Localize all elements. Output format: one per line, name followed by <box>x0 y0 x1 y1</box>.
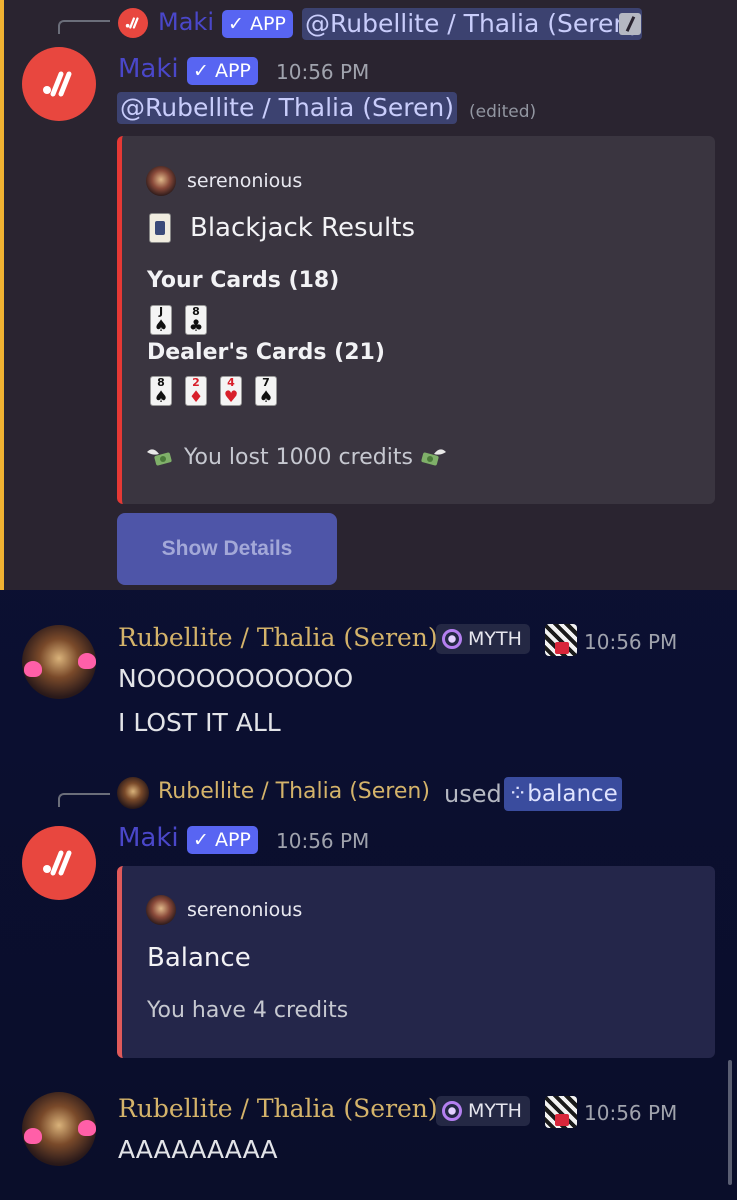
result-text: You lost 1000 credits <box>184 445 413 470</box>
reply-spine <box>58 793 110 807</box>
app-badge-label: APP <box>249 13 286 35</box>
embed-author-avatar <box>146 166 176 196</box>
reply-user-name[interactable]: Rubellite / Thalia (Seren) <box>158 779 430 804</box>
dealer-cards-label: Dealer's Cards (21) <box>147 340 385 365</box>
app-badge-label: APP <box>214 60 251 82</box>
user-mention[interactable]: @Rubellite / Thalia (Seren) <box>117 92 457 124</box>
playing-card: 8 ♣ <box>185 305 207 335</box>
edited-label: (edited) <box>469 102 537 122</box>
role-badge[interactable]: MYTH <box>436 1096 530 1126</box>
author-name[interactable]: Maki <box>118 54 179 84</box>
myth-role-icon <box>442 1101 462 1121</box>
message-text: AAAAAAAAA <box>118 1135 278 1164</box>
card-suit-icon: ♠ <box>153 316 169 335</box>
timestamp[interactable]: 10:56 PM <box>584 1101 677 1125</box>
author-name[interactable]: Rubellite / Thalia (Seren) <box>118 623 438 652</box>
playing-card: 7 ♠ <box>255 376 277 406</box>
app-badge: ✓ APP <box>222 10 293 38</box>
maki-avatar-small[interactable] <box>118 8 148 38</box>
card-suit-icon: ♠ <box>153 387 169 406</box>
embed-author-avatar <box>146 895 176 925</box>
maki-logo-icon <box>125 17 139 29</box>
playing-card-icon <box>149 213 171 243</box>
role-badge[interactable]: MYTH <box>436 624 530 654</box>
app-badge: ✓ APP <box>187 826 258 854</box>
playing-card: 2 ♦ <box>185 376 207 406</box>
card-suit-icon: ♦ <box>188 387 204 406</box>
playing-card: 4 ♥ <box>220 376 242 406</box>
message-line: NOOOOOOOOOOO <box>118 664 354 693</box>
profile-decoration-icon <box>545 624 577 656</box>
command-pill[interactable]: ⁘balance <box>504 777 622 811</box>
money-wings-icon <box>147 449 172 466</box>
money-wings-icon <box>421 449 446 466</box>
used-label: used <box>444 780 502 808</box>
role-label: MYTH <box>468 628 522 650</box>
timestamp[interactable]: 10:56 PM <box>584 630 677 654</box>
app-badge-label: APP <box>214 829 251 851</box>
timestamp[interactable]: 10:56 PM <box>276 829 369 853</box>
maki-avatar[interactable] <box>22 826 96 900</box>
maki-logo-icon <box>43 71 72 97</box>
your-cards-label: Your Cards (18) <box>147 268 340 293</box>
app-badge: ✓ APP <box>187 57 258 85</box>
command-name: balance <box>527 781 618 807</box>
embed-author[interactable]: serenonious <box>187 899 302 921</box>
role-label: MYTH <box>468 1100 522 1122</box>
timestamp[interactable]: 10:56 PM <box>276 60 369 84</box>
author-name[interactable]: Maki <box>118 823 179 853</box>
playing-card: 8 ♠ <box>150 376 172 406</box>
reply-user-avatar[interactable] <box>117 777 149 809</box>
card-suit-icon: ♠ <box>258 387 274 406</box>
card-suit-icon: ♣ <box>188 316 204 335</box>
embed-title: Blackjack Results <box>190 213 415 243</box>
playing-card: J ♠ <box>150 305 172 335</box>
reply-author-name[interactable]: Maki <box>158 8 214 36</box>
myth-role-icon <box>442 629 462 649</box>
reply-spine <box>58 20 110 34</box>
author-name[interactable]: Rubellite / Thalia (Seren) <box>118 1094 438 1123</box>
command-icon: ⁘ <box>508 781 528 807</box>
user-avatar[interactable] <box>22 625 96 699</box>
maki-logo-icon <box>43 850 72 876</box>
scrollbar[interactable] <box>728 1060 732 1185</box>
embed-description: You have 4 credits <box>147 998 349 1023</box>
profile-decoration-icon <box>545 1096 577 1128</box>
card-suit-icon: ♥ <box>223 387 239 406</box>
embed-author[interactable]: serenonious <box>187 170 302 192</box>
message-line: I LOST IT ALL <box>118 708 281 737</box>
slash-command-icon <box>619 13 641 35</box>
maki-avatar[interactable] <box>22 47 96 121</box>
embed-title: Balance <box>147 943 251 973</box>
reply-mention[interactable]: @Rubellite / Thalia (Seren) <box>302 8 642 40</box>
show-details-button[interactable]: Show Details <box>117 513 337 585</box>
user-avatar[interactable] <box>22 1092 96 1166</box>
